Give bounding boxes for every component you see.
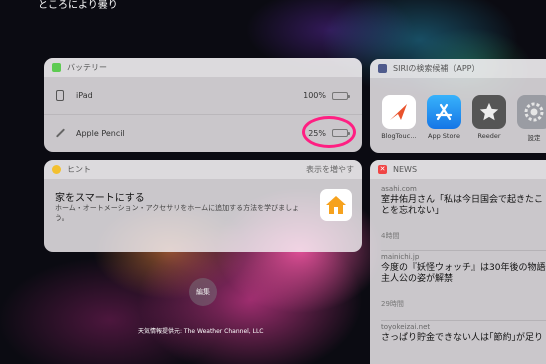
app-label: BlogTouc… (381, 132, 417, 140)
suggested-apps-row: BlogTouc… App Store Reeder 設定 (381, 95, 546, 142)
ipad-icon (54, 90, 66, 101)
news-widget-header: ✕ NEWS (370, 160, 546, 179)
device-name: iPad (76, 91, 93, 100)
news-source: asahi.com (381, 185, 417, 193)
siri-widget-header: SIRIの検索候補（APP） (370, 59, 546, 78)
hint-heading: 家をスマートにする (55, 193, 145, 204)
edit-button[interactable]: 編集 (189, 278, 217, 306)
weather-credit[interactable]: 天気情報提供元: The Weather Channel, LLC (138, 326, 264, 335)
home-app-icon[interactable] (320, 189, 352, 221)
settings-icon (517, 95, 546, 129)
news-headline: とを忘れない」 (381, 206, 445, 216)
battery-row-apple-pencil: Apple Pencil 25% (44, 114, 362, 151)
app-store-icon (427, 95, 461, 129)
battery-percent: 100% (303, 91, 326, 100)
app-reeder[interactable]: Reeder (471, 95, 507, 142)
highlight-circle-annotation (302, 116, 356, 148)
news-headline: 室井佑月さん「私は今日国会で起きたこ (381, 195, 544, 205)
news-headline: さっぱり貯金できない人は｢節約｣が足り (381, 333, 544, 343)
news-timestamp: 29時間 (381, 300, 404, 308)
news-item[interactable]: mainichi.jp 今度の『妖怪ウォッチ』は30年後の物語 主人公の姿が解禁… (381, 253, 546, 309)
app-label: App Store (428, 132, 460, 140)
battery-row-ipad: iPad 100% (44, 77, 362, 114)
news-item[interactable]: asahi.com 室井佑月さん「私は今日国会で起きたこ とを忘れない」 4時間 (381, 185, 546, 241)
app-blogtouch[interactable]: BlogTouc… (381, 95, 417, 142)
show-more-button[interactable]: 表示を増やす (306, 164, 354, 175)
app-app-store[interactable]: App Store (426, 95, 462, 142)
battery-widget-header[interactable]: バッテリー (44, 58, 362, 77)
app-label: 設定 (527, 134, 541, 142)
app-label: Reeder (477, 132, 501, 140)
siri-icon (378, 64, 387, 73)
divider (381, 320, 546, 321)
news-headline: 今度の『妖怪ウォッチ』は30年後の物語 (381, 263, 546, 273)
siri-widget-title: SIRIの検索候補（APP） (393, 64, 480, 73)
news-source: toyokeizai.net (381, 323, 431, 331)
hint-widget-header: ヒント 表示を増やす (44, 160, 362, 179)
battery-widget-title: バッテリー (67, 63, 107, 72)
reeder-icon (472, 95, 506, 129)
pencil-icon (54, 128, 66, 138)
lightbulb-icon (52, 165, 61, 174)
news-timestamp: 4時間 (381, 232, 400, 240)
news-headline: 主人公の姿が解禁 (381, 274, 454, 284)
weather-status-text: ところにより曇り (38, 0, 118, 11)
hint-widget[interactable]: ヒント 表示を増やす 家をスマートにする ホーム・オートメーション・アクセサリを… (44, 160, 362, 252)
news-widget[interactable]: ✕ NEWS asahi.com 室井佑月さん「私は今日国会で起きたこ とを忘れ… (370, 160, 546, 364)
news-icon: ✕ (378, 165, 387, 174)
app-settings[interactable]: 設定 (516, 95, 546, 142)
divider (381, 250, 546, 251)
siri-suggestions-widget[interactable]: SIRIの検索候補（APP） BlogTouc… App Store Reede… (370, 59, 546, 153)
device-name: Apple Pencil (76, 128, 125, 138)
hint-body-text: ホーム・オートメーション・アクセサリをホームに追加する方法を学びましょう。 (55, 204, 300, 222)
news-widget-title: NEWS (393, 165, 418, 174)
news-source: mainichi.jp (381, 253, 420, 261)
battery-level-icon (332, 91, 350, 100)
news-item[interactable]: toyokeizai.net さっぱり貯金できない人は｢節約｣が足り (381, 323, 546, 344)
battery-widget[interactable]: バッテリー iPad 100% Apple Pencil 25% (44, 58, 362, 152)
hint-widget-title: ヒント (67, 165, 91, 174)
blogtouch-icon (382, 95, 416, 129)
battery-icon (52, 63, 61, 72)
